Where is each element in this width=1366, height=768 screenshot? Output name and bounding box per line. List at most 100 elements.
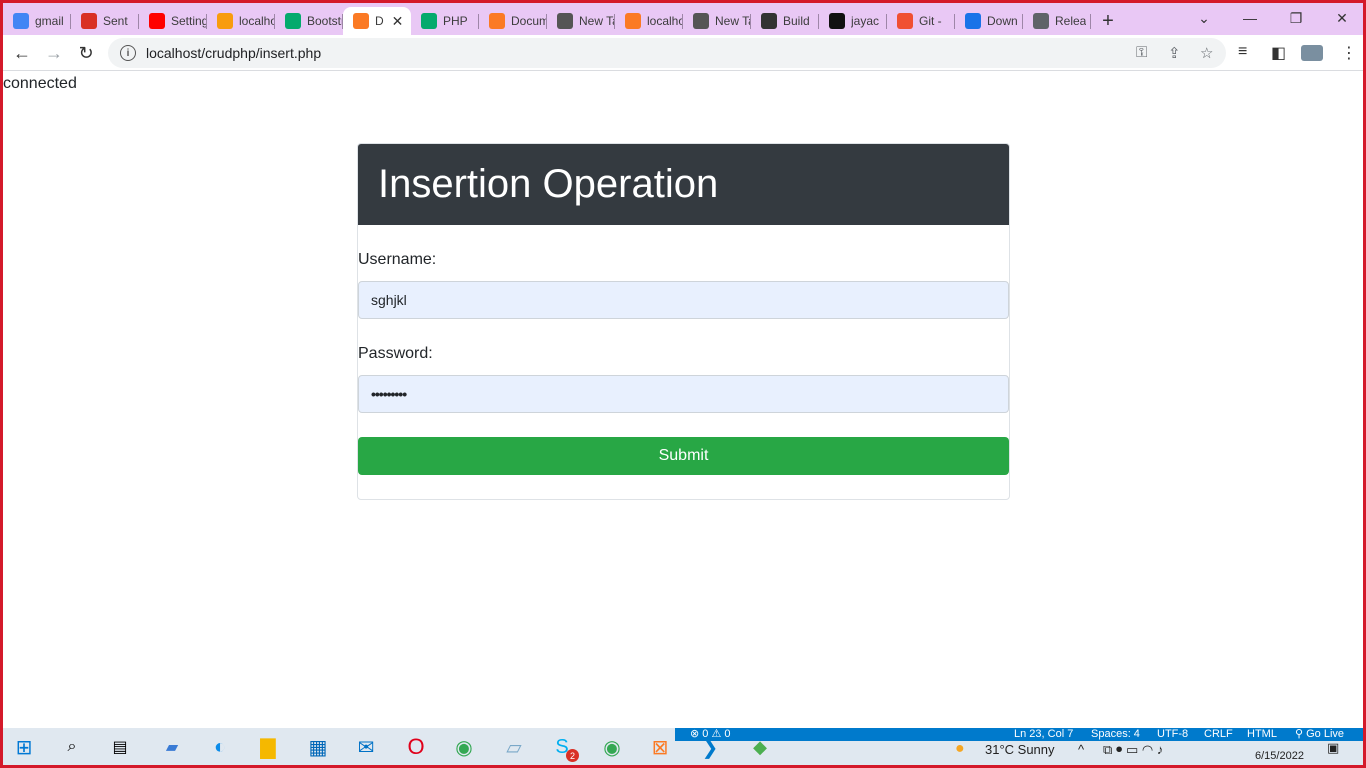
tab-11[interactable]: Build <box>751 7 819 35</box>
xampp-icon <box>353 13 369 29</box>
tray-icons[interactable]: ⧉ ⏺ ▭ ◠ ♪ <box>1103 742 1163 758</box>
connection-status: connected <box>3 75 77 92</box>
notification-icon[interactable]: ▣ <box>1327 740 1339 756</box>
eol-status[interactable]: CRLF <box>1204 728 1233 741</box>
tab-8[interactable]: New Tab <box>547 7 615 35</box>
chrome-icon <box>557 13 573 29</box>
code-icon <box>761 13 777 29</box>
tab-15[interactable]: Relea <box>1023 7 1091 35</box>
tab-3[interactable]: localhost <box>207 7 275 35</box>
git-icon <box>897 13 913 29</box>
card-header: Insertion Operation <box>358 144 1009 225</box>
store-icon[interactable]: ▦ <box>305 734 331 760</box>
tab-strip: gmailSentSettingslocalhostBootstrapD✕PHP… <box>3 3 1363 35</box>
mail-icon[interactable]: ✉ <box>353 734 379 760</box>
chrome-icon <box>693 13 709 29</box>
task-view-icon[interactable]: ▤ <box>107 734 133 760</box>
tab-title: Sent <box>103 14 128 28</box>
tab-title: D <box>375 14 384 28</box>
xampp-icon <box>625 13 641 29</box>
tab-2[interactable]: Settings <box>139 7 207 35</box>
tab-title: localhost <box>647 14 683 28</box>
address-bar[interactable]: i localhost/crudphp/insert.php ⚿ ⇪ ☆ <box>108 38 1226 68</box>
key-icon[interactable]: ⚿ <box>1136 44 1147 61</box>
indentation-status[interactable]: Spaces: 4 <box>1091 728 1140 741</box>
browser-toolbar: ← → ↻ i localhost/crudphp/insert.php ⚿ ⇪… <box>3 35 1363 71</box>
file-explorer-icon[interactable]: ▇ <box>255 734 281 760</box>
tab-0[interactable]: gmail <box>3 7 71 35</box>
tab-title: New Tab <box>579 14 615 28</box>
language-status[interactable]: HTML <box>1247 728 1277 741</box>
reload-button[interactable]: ↻ <box>72 39 100 67</box>
tab-4[interactable]: Bootstrap <box>275 7 343 35</box>
clock-date[interactable]: 6/15/2022 <box>1255 750 1304 762</box>
edge-icon[interactable]: ◐ <box>207 734 233 760</box>
site-info-icon[interactable]: i <box>120 45 136 61</box>
chevron-up-icon[interactable]: ^ <box>1078 742 1084 757</box>
tab-5[interactable]: D ✕ <box>343 7 411 35</box>
reading-list-icon[interactable]: ≡ <box>1238 43 1247 61</box>
go-live-label: Go Live <box>1306 728 1345 740</box>
tab-1[interactable]: Sent <box>71 7 139 35</box>
skype-icon[interactable]: S 2 <box>549 734 579 762</box>
tab-title: Documentation <box>511 14 547 28</box>
weather-icon[interactable]: ● <box>955 740 965 758</box>
desktop-app-icon[interactable]: ▰ <box>159 734 185 760</box>
tab-7[interactable]: Documentation <box>479 7 547 35</box>
chrome-icon[interactable]: ◉ <box>451 734 477 760</box>
restore-button[interactable]: ❐ <box>1273 3 1319 33</box>
tab-title: Relea <box>1055 14 1087 28</box>
skype-badge: 2 <box>566 749 579 762</box>
youtube-icon <box>149 13 165 29</box>
gmail-icon <box>81 13 97 29</box>
chrome-active-icon[interactable]: ◉ <box>599 734 625 760</box>
share-icon[interactable]: ⇪ <box>1168 44 1181 62</box>
w3schools-icon <box>285 13 301 29</box>
forward-button[interactable]: → <box>40 39 68 67</box>
password-field[interactable]: ••••••••• <box>358 375 1009 413</box>
search-icon[interactable]: ⌕ <box>59 734 85 760</box>
tab-12[interactable]: jayac <box>819 7 887 35</box>
page-title: Insertion Operation <box>378 162 719 206</box>
submit-button[interactable]: Submit <box>358 437 1009 475</box>
cursor-position[interactable]: Ln 23, Col 7 <box>1014 728 1073 741</box>
tab-title: Settings <box>171 14 207 28</box>
tab-10[interactable]: New Tab <box>683 7 751 35</box>
tab-6[interactable]: PHP <box>411 7 479 35</box>
tab-14[interactable]: Down <box>955 7 1023 35</box>
w3schools-icon <box>421 13 437 29</box>
tab-search-icon[interactable]: ⌄ <box>1181 3 1227 33</box>
notepad-icon[interactable]: ▱ <box>501 734 527 760</box>
tab-title: Bootstrap <box>307 14 343 28</box>
encoding-status[interactable]: UTF-8 <box>1157 728 1188 741</box>
globe-icon <box>1033 13 1049 29</box>
insert-form-card: Insertion Operation Username: sghjkl Pas… <box>357 143 1010 500</box>
xampp-icon[interactable]: ⊠ <box>647 734 673 760</box>
phpmyadmin-icon <box>217 13 233 29</box>
tab-13[interactable]: Git - <box>887 7 955 35</box>
download-icon <box>965 13 981 29</box>
tab-title: Down <box>987 14 1018 28</box>
github-icon <box>829 13 845 29</box>
minimize-button[interactable]: — <box>1227 3 1273 33</box>
weather-text[interactable]: 31°C Sunny <box>985 742 1055 757</box>
tab-9[interactable]: localhost <box>615 7 683 35</box>
vscode-status-bar: ⊗ 0 ⚠ 0 Ln 23, Col 7 Spaces: 4 UTF-8 CRL… <box>675 728 1363 741</box>
back-button[interactable]: ← <box>8 39 36 67</box>
bookmark-star-icon[interactable]: ☆ <box>1200 44 1213 62</box>
new-tab-button[interactable]: + <box>1091 7 1125 35</box>
menu-icon[interactable]: ⋮ <box>1341 43 1357 63</box>
url-text: localhost/crudphp/insert.php <box>146 45 322 61</box>
windows-start-icon[interactable]: ⊞ <box>11 734 37 760</box>
problems-status[interactable]: ⊗ 0 ⚠ 0 <box>690 728 730 741</box>
tab-title: New Tab <box>715 14 751 28</box>
taskbar: ⊞ ⌕ ▤ ▰ ◐ ▇ ▦ ✉ O ◉ ▱ S 2 ◉ ⊠ ❯ ◆ ⊗ 0 ⚠ … <box>3 728 1363 765</box>
profile-avatar[interactable] <box>1301 45 1323 61</box>
close-window-button[interactable]: ✕ <box>1319 3 1365 33</box>
close-tab-icon[interactable]: ✕ <box>392 13 404 30</box>
opera-icon[interactable]: O <box>403 734 429 760</box>
side-panel-icon[interactable]: ◧ <box>1271 43 1286 63</box>
tab-title: PHP <box>443 14 468 28</box>
page-content: connected Insertion Operation Username: … <box>3 72 1363 728</box>
username-field[interactable]: sghjkl <box>358 281 1009 319</box>
